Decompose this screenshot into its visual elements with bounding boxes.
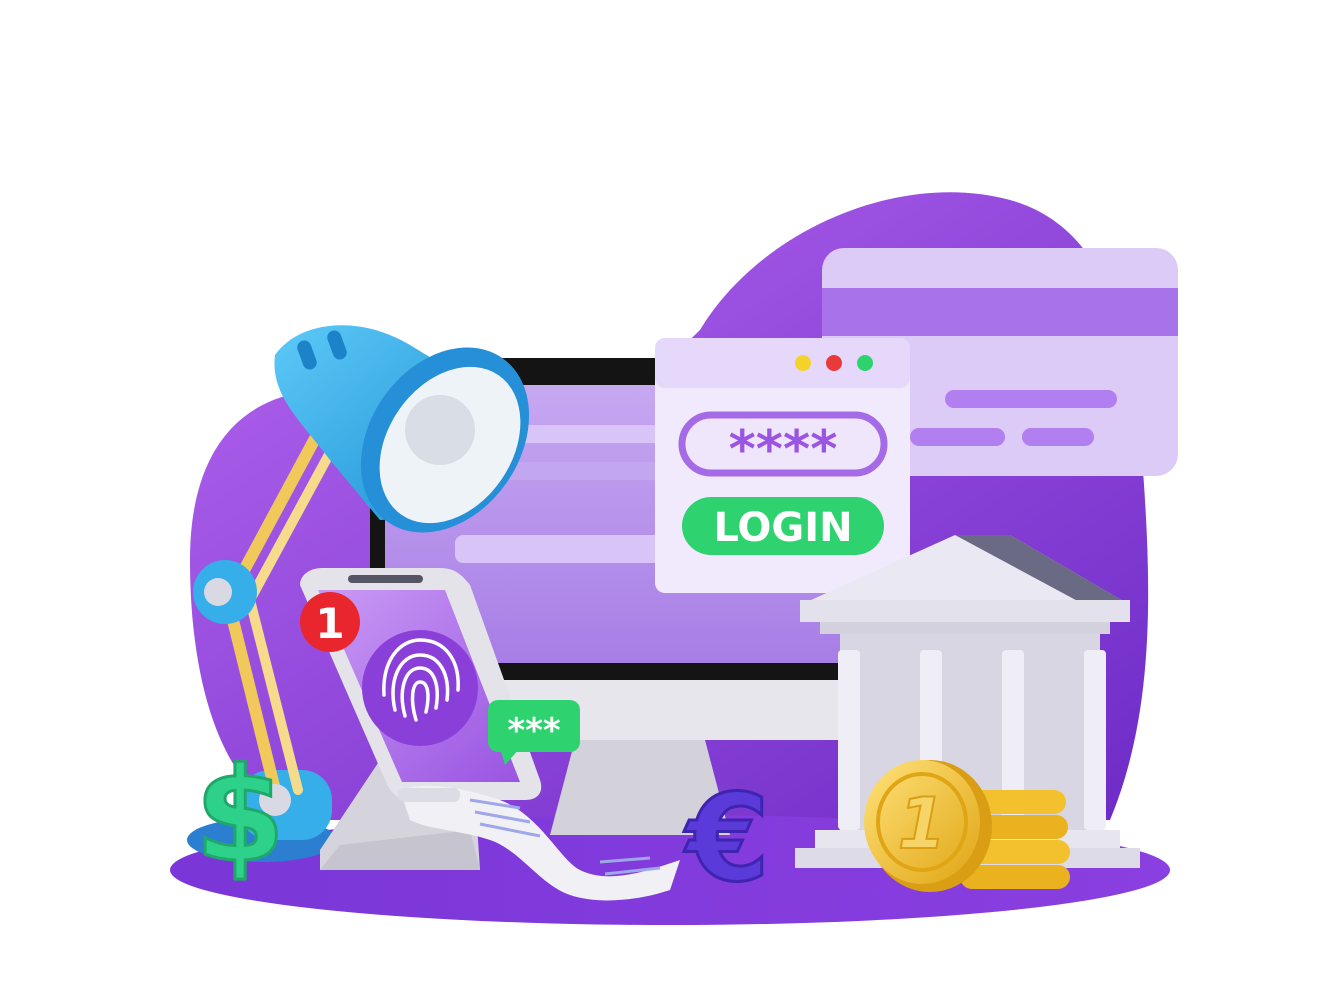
euro-sign: € <box>683 770 770 909</box>
notification-count: 1 <box>315 599 344 648</box>
login-window: **** LOGIN <box>655 338 910 593</box>
window-red-dot <box>826 355 842 371</box>
window-yellow-dot <box>795 355 811 371</box>
fingerprint-icon <box>362 630 478 746</box>
online-banking-illustration: **** LOGIN 1 $ 1 *** € <box>170 192 1178 925</box>
login-button-label: LOGIN <box>713 505 852 551</box>
coin-value: 1 <box>898 783 947 865</box>
chat-mask: *** <box>507 711 561 751</box>
window-green-dot <box>857 355 873 371</box>
dollar-sign: $ <box>195 739 285 891</box>
password-mask: **** <box>729 420 838 480</box>
